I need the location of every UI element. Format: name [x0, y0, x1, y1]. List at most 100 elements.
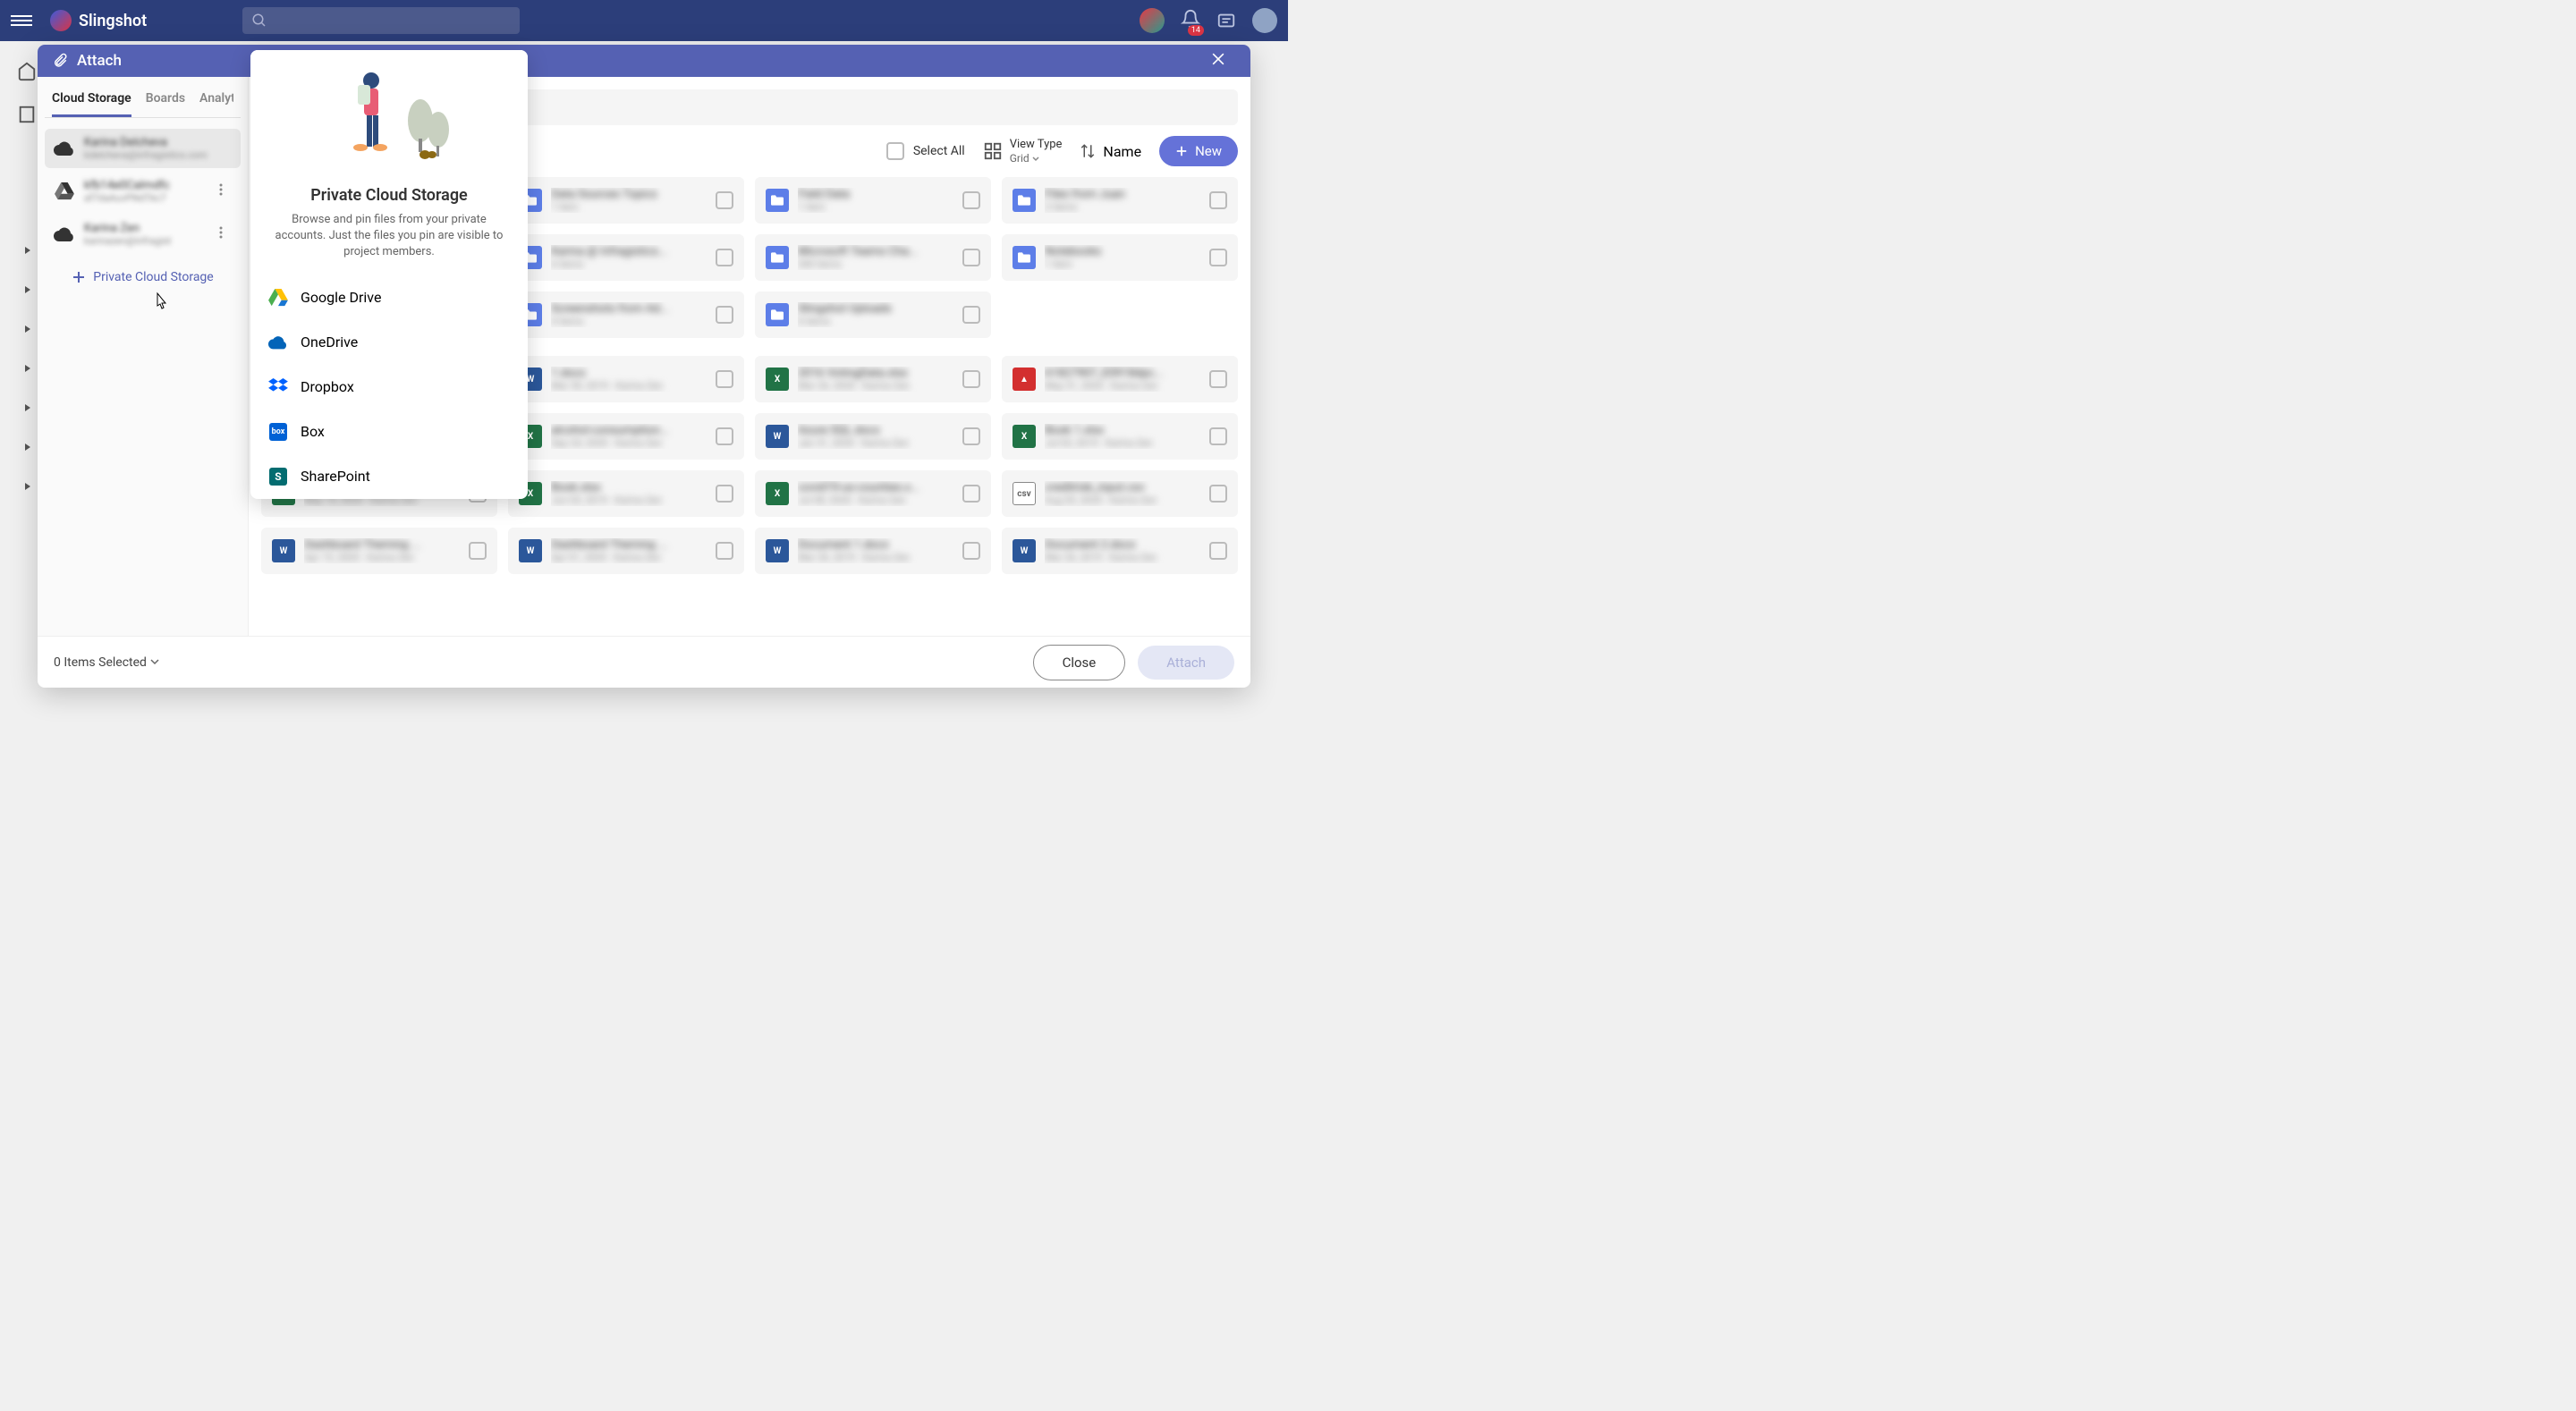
- plus-icon: [72, 270, 86, 284]
- provider-dropbox[interactable]: Dropbox: [250, 365, 528, 410]
- select-all-control[interactable]: Select All: [886, 142, 965, 160]
- selected-count-label[interactable]: 0 Items Selected: [54, 655, 159, 670]
- folder-card[interactable]: Karina @ Infragistics...6 items: [508, 234, 744, 281]
- file-checkbox[interactable]: [962, 370, 980, 388]
- tree-caret-icon[interactable]: [23, 281, 34, 291]
- folder-icon: [1013, 246, 1036, 269]
- provider-google-drive[interactable]: Google Drive: [250, 275, 528, 320]
- file-checkbox[interactable]: [1209, 542, 1227, 560]
- file-card[interactable]: csvcreditrisk_input.csvAug 03, 2020 - Ka…: [1002, 470, 1238, 517]
- file-checkbox[interactable]: [1209, 249, 1227, 266]
- file-checkbox[interactable]: [716, 427, 733, 445]
- tree-caret-icon[interactable]: [23, 438, 34, 449]
- file-card[interactable]: XBook 1.xlsxJul 03, 2019 - Karina Zen: [1002, 413, 1238, 460]
- notifications-button[interactable]: 14: [1181, 9, 1200, 32]
- file-card[interactable]: X2016 VotingData.xlsxMar 26, 2020 - Kari…: [755, 356, 991, 402]
- add-storage-label: Private Cloud Storage: [93, 270, 213, 284]
- sharepoint-icon: S: [268, 467, 288, 486]
- app-header: Slingshot 14: [0, 0, 1288, 41]
- onedrive-icon: [268, 333, 288, 352]
- cloud-account-item[interactable]: kfb14e0Calmdfcaf7daAuvPNdTkc7: [45, 172, 241, 211]
- folder-card[interactable]: Data Sources Topics1 item: [508, 177, 744, 224]
- account-more-button[interactable]: [214, 182, 232, 200]
- nav-tree: [23, 241, 34, 517]
- tab-analytics[interactable]: Analytics: [199, 91, 233, 117]
- tab-cloud-storage[interactable]: Cloud Storage: [52, 91, 131, 117]
- provider-sharepoint[interactable]: S SharePoint: [250, 454, 528, 499]
- file-checkbox[interactable]: [962, 542, 980, 560]
- user-avatar[interactable]: [1252, 8, 1277, 33]
- tree-caret-icon[interactable]: [23, 399, 34, 410]
- provider-onedrive[interactable]: OneDrive: [250, 320, 528, 365]
- googledrive-icon: [54, 181, 75, 202]
- file-card[interactable]: WAzure SQL.docxJan 31, 2020 - Karina Zen: [755, 413, 991, 460]
- file-checkbox[interactable]: [962, 306, 980, 324]
- folder-card[interactable]: Notebooks1 item: [1002, 234, 1238, 281]
- provider-label: Google Drive: [301, 289, 381, 306]
- word-icon: W: [1013, 539, 1036, 562]
- file-card[interactable]: WDocument 2.docxMar 26, 2019 - Karina Ze…: [1002, 528, 1238, 574]
- global-search-input[interactable]: [242, 7, 520, 34]
- tree-caret-icon[interactable]: [23, 241, 34, 252]
- attach-button[interactable]: Attach: [1138, 646, 1234, 680]
- file-checkbox[interactable]: [1209, 191, 1227, 209]
- file-checkbox[interactable]: [716, 306, 733, 324]
- file-checkbox[interactable]: [716, 485, 733, 503]
- file-checkbox[interactable]: [716, 249, 733, 266]
- googledrive-icon: [268, 288, 288, 308]
- word-icon: W: [272, 539, 295, 562]
- select-all-checkbox[interactable]: [886, 142, 904, 160]
- close-modal-button[interactable]: [1209, 50, 1236, 72]
- dropbox-icon: [268, 377, 288, 397]
- cloud-account-item[interactable]: Karina Delchevakdelcheva@infragistics.co…: [45, 129, 241, 168]
- close-icon: [1209, 50, 1227, 68]
- building-icon[interactable]: [14, 102, 39, 127]
- word-icon: W: [519, 539, 542, 562]
- close-button[interactable]: Close: [1033, 645, 1126, 680]
- file-card[interactable]: ▲61827907_E0918dpc...May 31, 2020 - Kari…: [1002, 356, 1238, 402]
- file-checkbox[interactable]: [1209, 370, 1227, 388]
- file-card[interactable]: XBook.xlsxJun 03, 2019 - Karina Zen: [508, 470, 744, 517]
- excel-icon: X: [766, 482, 789, 505]
- file-checkbox[interactable]: [962, 485, 980, 503]
- tree-caret-icon[interactable]: [23, 320, 34, 331]
- sort-control[interactable]: Name: [1080, 143, 1141, 160]
- file-card[interactable]: WDocument 1.docxMar 26, 2019 - Karina Ze…: [755, 528, 991, 574]
- file-card[interactable]: Xalcohol-consumption...Sep 24, 2020 - Ka…: [508, 413, 744, 460]
- file-checkbox[interactable]: [1209, 427, 1227, 445]
- file-checkbox[interactable]: [962, 249, 980, 266]
- folder-card[interactable]: Slingshot Uploads6 items: [755, 291, 991, 338]
- file-checkbox[interactable]: [469, 542, 487, 560]
- file-checkbox[interactable]: [962, 427, 980, 445]
- cloud-account-item[interactable]: Karina Zenkarinazen@infragist: [45, 215, 241, 254]
- popover-description: Browse and pin files from your private a…: [250, 208, 528, 275]
- tab-boards[interactable]: Boards: [146, 91, 185, 117]
- folder-card[interactable]: Files from Juan2 items: [1002, 177, 1238, 224]
- tree-caret-icon[interactable]: [23, 477, 34, 488]
- folder-card[interactable]: Field Data1 item: [755, 177, 991, 224]
- file-card[interactable]: WDashboard Theming ...Apr 15, 2020 - Kar…: [261, 528, 497, 574]
- file-card[interactable]: W1.docxMar 30, 2019 - Karina Zen: [508, 356, 744, 402]
- tree-caret-icon[interactable]: [23, 359, 34, 370]
- hamburger-menu-icon[interactable]: [11, 13, 32, 29]
- account-more-button[interactable]: [214, 225, 232, 243]
- grid-icon: [983, 141, 1003, 161]
- home-icon[interactable]: [14, 59, 39, 84]
- messages-icon[interactable]: [1216, 11, 1236, 30]
- folder-card[interactable]: Screenshots from Ad...4 items: [508, 291, 744, 338]
- app-logo[interactable]: Slingshot: [50, 10, 147, 31]
- add-private-cloud-storage-button[interactable]: Private Cloud Storage: [45, 261, 241, 293]
- file-checkbox[interactable]: [716, 542, 733, 560]
- user-avatar-secondary[interactable]: [1140, 8, 1165, 33]
- provider-box[interactable]: box Box: [250, 410, 528, 454]
- paperclip-icon: [52, 52, 68, 70]
- file-checkbox[interactable]: [716, 370, 733, 388]
- folder-card[interactable]: Microsoft Teams Cha...540 items: [755, 234, 991, 281]
- file-checkbox[interactable]: [962, 191, 980, 209]
- file-checkbox[interactable]: [1209, 485, 1227, 503]
- file-card[interactable]: Xcovid19-us-counties.x...Jul 08, 2020 - …: [755, 470, 991, 517]
- new-button[interactable]: New: [1159, 136, 1238, 166]
- file-checkbox[interactable]: [716, 191, 733, 209]
- file-card[interactable]: WDashboard Theming ...Apr 01, 2020 - Kar…: [508, 528, 744, 574]
- view-type-control[interactable]: View Type Grid: [983, 138, 1063, 165]
